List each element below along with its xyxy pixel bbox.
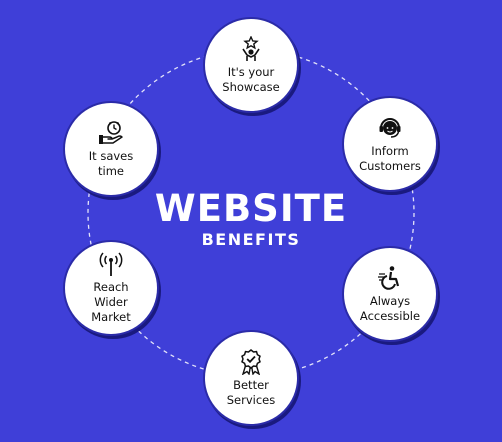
- wheelchair-icon: [378, 265, 400, 290]
- hand-clock-icon: [99, 120, 123, 144]
- benefit-label: Reach Wider Market: [91, 280, 131, 324]
- benefit-label: Better Services: [226, 377, 276, 407]
- benefit-node-saves-time: It saves time: [67, 105, 155, 193]
- broadcast-tower-icon: [99, 252, 123, 276]
- benefit-node-inform-customers: Inform Customers: [346, 100, 434, 188]
- award-badge-icon: [241, 348, 261, 375]
- benefit-node-always-accessible: Always Accessible: [346, 250, 434, 338]
- benefit-node-better-services: Better Services: [207, 334, 295, 422]
- center-title: WEBSITE: [154, 187, 348, 230]
- person-star-icon: [242, 35, 260, 61]
- benefit-node-showcase: It's your Showcase: [207, 21, 295, 109]
- benefit-label: Always Accessible: [359, 293, 421, 323]
- center-subtitle: BENEFITS: [201, 230, 301, 249]
- headset-agent-icon: [379, 117, 401, 138]
- benefit-label: It saves time: [88, 148, 134, 178]
- benefit-label: Inform Customers: [359, 143, 421, 173]
- diagram-canvas: WEBSITE BENEFITS It's your Showcase Info…: [0, 0, 502, 442]
- benefit-node-reach-wider-market: Reach Wider Market: [67, 244, 155, 332]
- benefit-label: It's your Showcase: [222, 64, 280, 94]
